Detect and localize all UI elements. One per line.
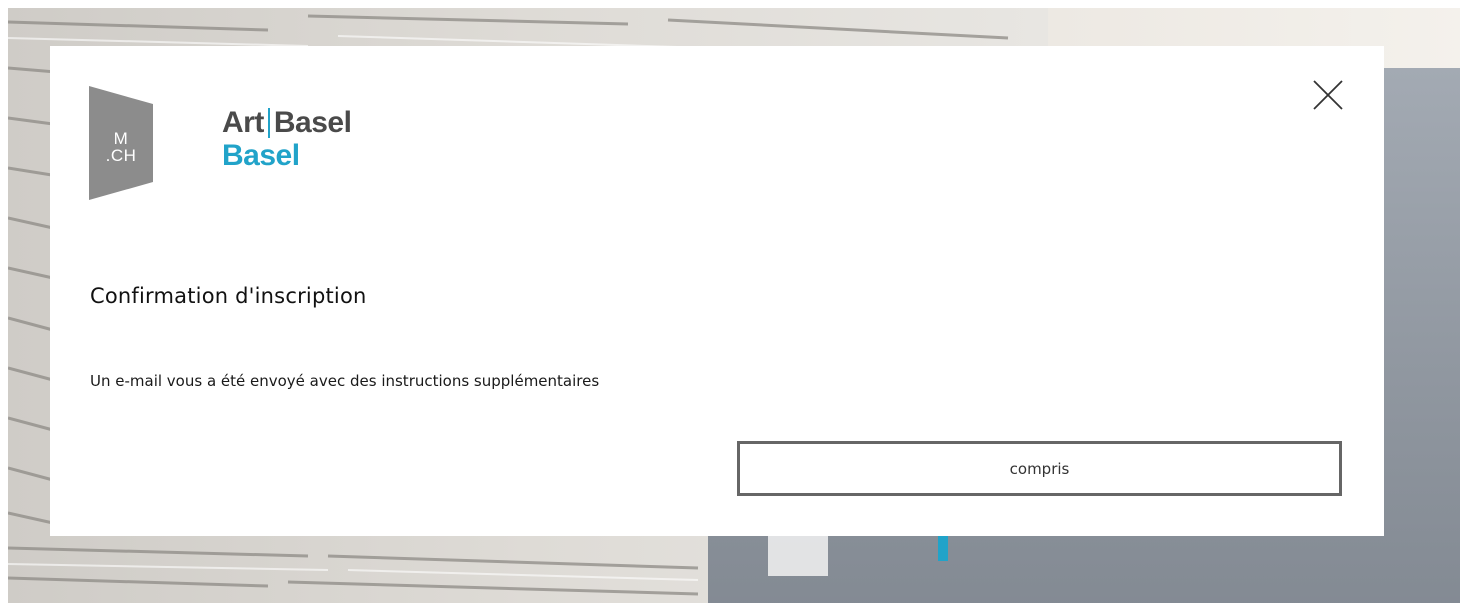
mch-logo-text: M .CH: [89, 86, 153, 200]
confirmation-dialog: M .CH Art Basel Basel Confirmation d'ins…: [50, 46, 1384, 536]
mch-logo: M .CH: [89, 86, 153, 200]
close-button[interactable]: [1312, 79, 1344, 111]
close-icon: [1313, 80, 1343, 110]
brand-city: Basel: [222, 139, 300, 172]
mch-logo-line1: M: [113, 129, 129, 148]
confirm-button[interactable]: compris: [737, 441, 1342, 496]
brand-separator: [267, 108, 270, 138]
brand-name: Art Basel: [222, 106, 352, 140]
brand-art: Art: [222, 106, 264, 139]
dialog-message: Un e-mail vous a été envoyé avec des ins…: [90, 372, 600, 390]
dialog-title: Confirmation d'inscription: [90, 284, 367, 308]
brand-basel: Basel: [273, 106, 352, 139]
mch-logo-line2: .CH: [105, 146, 137, 165]
page: M .CH Art Basel Basel Confirmation d'ins…: [0, 0, 1460, 603]
art-basel-logo: Art Basel Basel: [222, 106, 352, 172]
